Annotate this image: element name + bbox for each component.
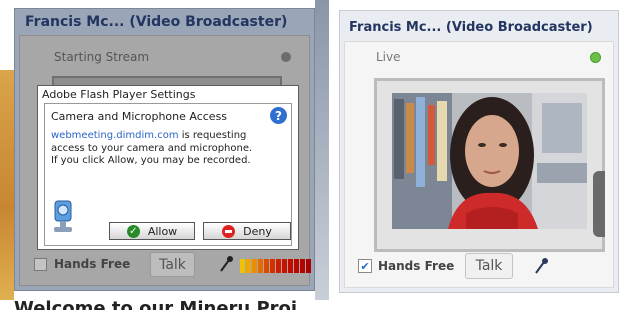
message-line-3: If you click Allow, you may be recorded. xyxy=(51,155,251,166)
welcome-heading: Welcome to our Mineru Proj xyxy=(14,298,298,310)
microphone-icon[interactable] xyxy=(218,255,234,277)
hands-free-label: Hands Free xyxy=(54,257,131,271)
host-link: webmeeting.dimdim.com xyxy=(51,130,179,141)
talk-button[interactable]: Talk xyxy=(150,252,195,277)
hands-free-label: Hands Free xyxy=(378,259,455,273)
window-body: Live ✔ Hands Free Talk xyxy=(344,41,614,288)
dialog-title: Adobe Flash Player Settings xyxy=(42,88,196,101)
message-line-2: access to your camera and microphone. xyxy=(51,142,253,154)
volume-meter-bar xyxy=(294,259,299,273)
volume-meter-bar xyxy=(276,259,281,273)
background-strip-right xyxy=(315,0,329,300)
control-bar: Hands Free Talk xyxy=(20,249,311,285)
hands-free-checkbox[interactable]: ✔ xyxy=(358,259,372,273)
stream-status-label: Live xyxy=(376,50,401,64)
volume-meter-bar xyxy=(252,259,257,273)
volume-meter-bar xyxy=(270,259,275,273)
live-indicator-icon xyxy=(590,52,601,63)
webcam-person-image xyxy=(392,93,587,229)
dialog-message: webmeeting.dimdim.com is requesting acce… xyxy=(51,130,287,168)
flash-settings-dialog: Adobe Flash Player Settings Camera and M… xyxy=(37,85,299,250)
volume-meter-bar xyxy=(288,259,293,273)
status-indicator-icon xyxy=(281,52,291,62)
video-area xyxy=(374,78,605,252)
window-title: Francis Mc... (Video Broadcaster) xyxy=(25,14,288,30)
talk-button[interactable]: Talk xyxy=(465,253,513,279)
hands-free-checkbox[interactable] xyxy=(34,258,47,271)
deny-icon xyxy=(222,224,236,238)
volume-meter-bar xyxy=(306,259,311,273)
deny-button[interactable]: Deny xyxy=(203,222,291,240)
volume-meter-bar xyxy=(264,259,269,273)
allow-button[interactable]: ✓ Allow xyxy=(109,222,195,240)
background-strip xyxy=(0,70,14,300)
volume-meter-bar xyxy=(246,259,251,273)
control-bar: ✔ Hands Free Talk xyxy=(345,249,613,287)
window-title: Francis Mc... (Video Broadcaster) xyxy=(349,20,593,35)
webcam-icon xyxy=(51,199,75,235)
volume-meter-bar xyxy=(258,259,263,273)
webcam-video-feed xyxy=(392,93,587,229)
help-icon[interactable]: ? xyxy=(270,107,287,124)
video-broadcaster-window-right: Francis Mc... (Video Broadcaster) Live ✔… xyxy=(339,10,619,293)
volume-meter xyxy=(240,259,311,273)
allow-label: Allow xyxy=(147,224,178,238)
video-scrollbar[interactable] xyxy=(593,171,605,237)
volume-meter-bar xyxy=(300,259,305,273)
dialog-panel: Camera and Microphone Access ? webmeetin… xyxy=(44,103,292,246)
message-line-1: is requesting xyxy=(178,130,247,141)
volume-meter-bar xyxy=(240,259,245,273)
microphone-icon[interactable] xyxy=(533,257,549,279)
deny-label: Deny xyxy=(243,224,272,238)
check-icon: ✓ xyxy=(126,224,140,238)
volume-meter-bar xyxy=(282,259,287,273)
video-broadcaster-window-left: Francis Mc... (Video Broadcaster) Starti… xyxy=(14,8,315,291)
screenshot-canvas: Francis Mc... (Video Broadcaster) Starti… xyxy=(0,0,629,310)
stream-status-label: Starting Stream xyxy=(54,50,150,64)
dialog-heading: Camera and Microphone Access xyxy=(51,110,228,123)
